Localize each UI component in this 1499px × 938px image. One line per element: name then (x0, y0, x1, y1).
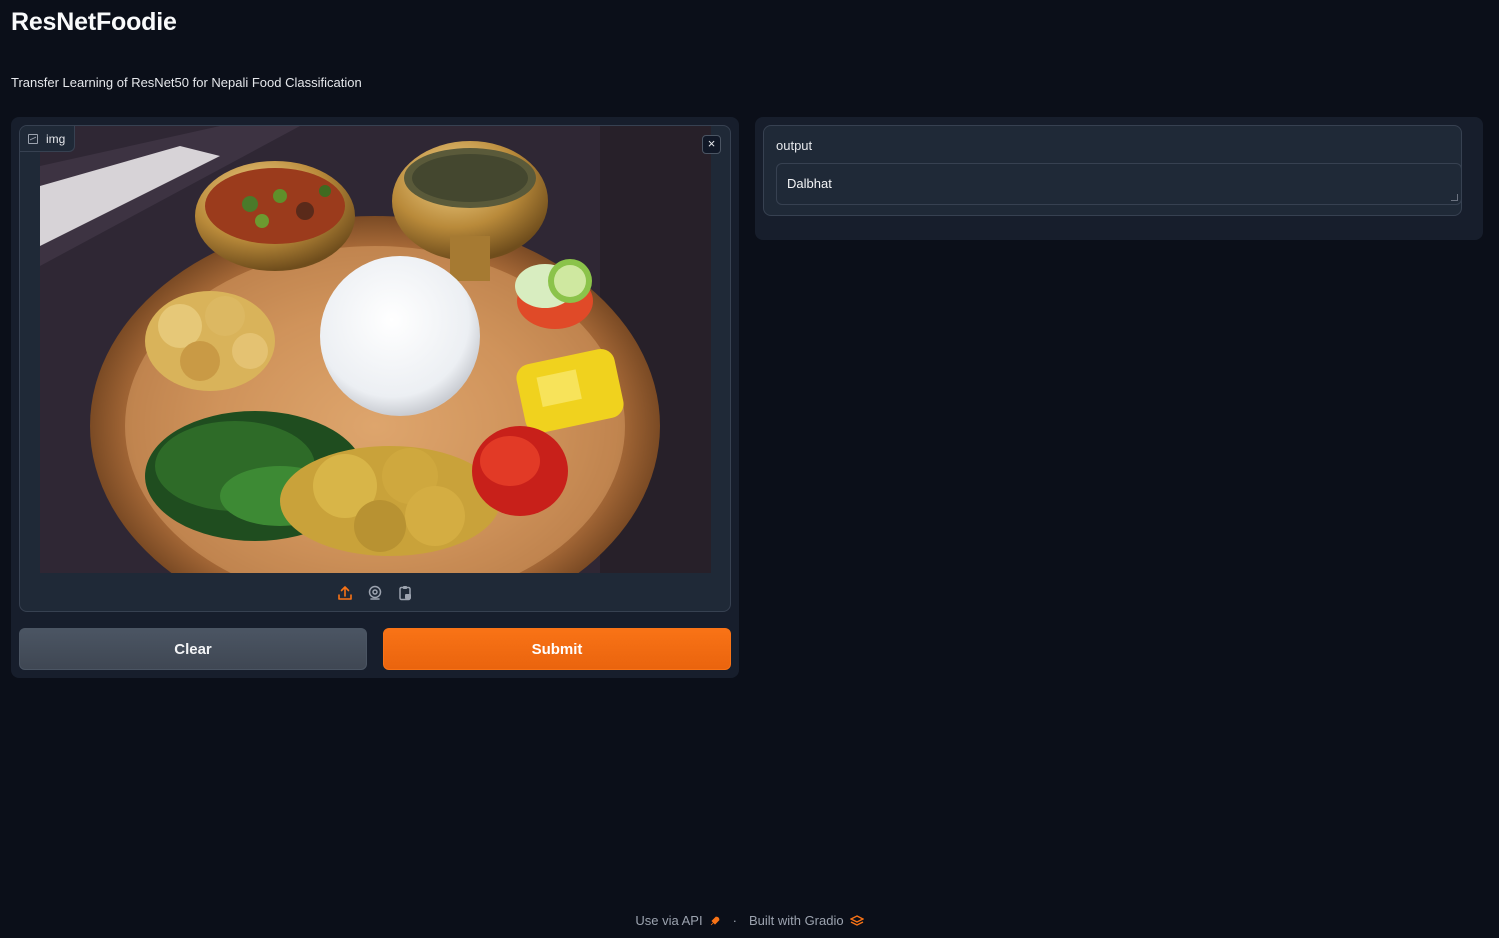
clipboard-source-button[interactable] (396, 584, 414, 602)
upload-source-button[interactable] (336, 584, 354, 602)
close-icon: × (707, 136, 716, 151)
clipboard-icon (399, 586, 411, 601)
app-description: Transfer Learning of ResNet50 for Nepali… (11, 75, 362, 90)
image-icon (28, 133, 38, 144)
built-with-gradio-label: Built with Gradio (748, 913, 844, 928)
clear-button[interactable]: Clear (19, 628, 367, 670)
input-panel: img × Clear Submit (11, 117, 739, 678)
image-input[interactable]: img × (19, 125, 731, 612)
upload-icon (338, 586, 352, 600)
image-label-text: img (46, 131, 66, 146)
clear-image-button[interactable]: × (702, 135, 721, 154)
output-label: output (776, 138, 813, 153)
image-source-bar (20, 584, 730, 602)
gradio-logo-icon (849, 914, 864, 926)
built-with-gradio-link[interactable]: Built with Gradio (749, 913, 864, 928)
output-textbox[interactable]: Dalbhat (776, 163, 1462, 205)
output-panel: output Dalbhat (755, 117, 1483, 240)
footer-separator: · (732, 913, 737, 928)
output-block: output Dalbhat (763, 125, 1462, 216)
output-value: Dalbhat (787, 176, 832, 191)
footer: Use via API · Built with Gradio (0, 913, 1499, 928)
use-via-api-label: Use via API (635, 913, 703, 928)
submit-button[interactable]: Submit (383, 628, 731, 670)
action-buttons: Clear Submit (19, 628, 731, 670)
dalbhat-photo (40, 126, 711, 573)
image-input-label: img (20, 126, 76, 152)
resize-handle-icon[interactable] (1451, 194, 1458, 201)
rocket-icon (710, 916, 719, 925)
webcam-source-button[interactable] (366, 584, 384, 602)
uploaded-food-image (40, 126, 711, 573)
app-title: ResNetFoodie (11, 8, 177, 36)
use-via-api-link[interactable]: Use via API (635, 913, 720, 928)
webcam-icon (368, 585, 382, 600)
